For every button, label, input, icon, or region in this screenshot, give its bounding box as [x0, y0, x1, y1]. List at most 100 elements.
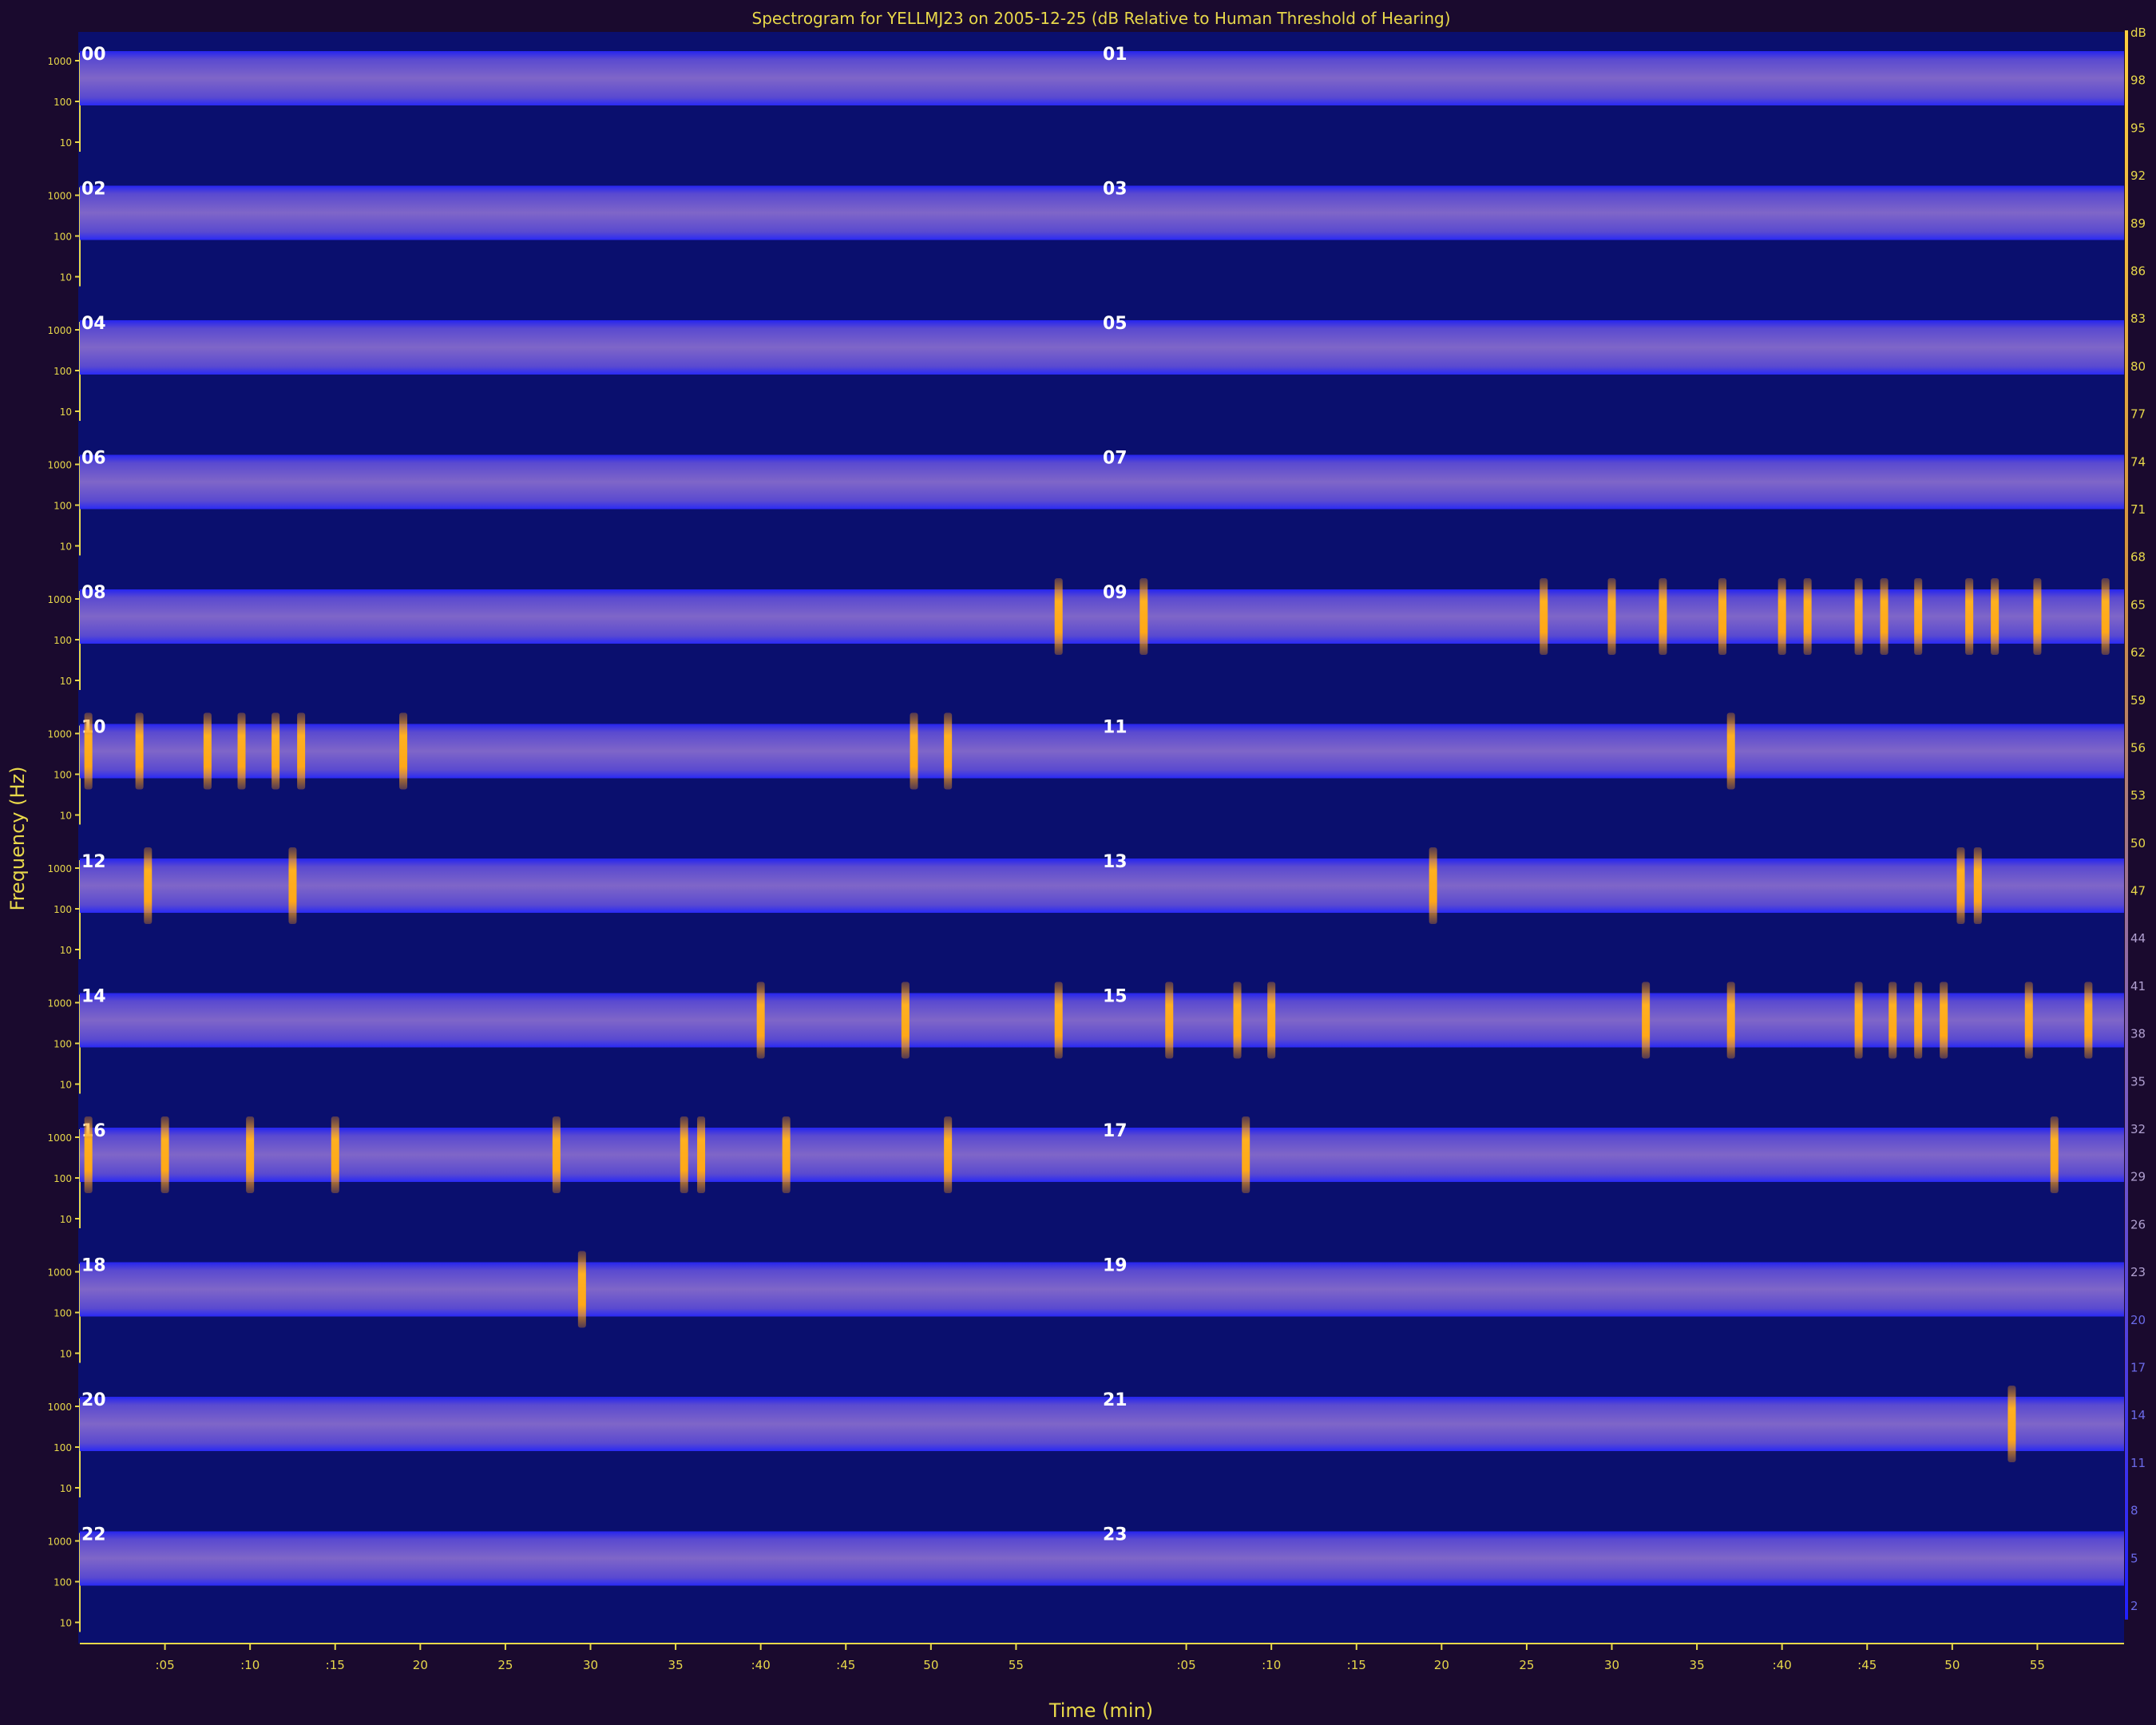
- sound-event-mark: [246, 1116, 255, 1193]
- time-tick-label: :10: [1262, 1658, 1281, 1672]
- freq-tick-label: 100: [54, 1442, 72, 1453]
- time-tick-label: 55: [1009, 1658, 1024, 1672]
- colorbar-tick-label: 62: [2130, 645, 2146, 660]
- colorbar-tick-label: 74: [2130, 454, 2146, 469]
- sound-event-mark: [680, 1116, 688, 1193]
- sound-event-mark: [1854, 981, 1863, 1059]
- time-tick-label: 20: [413, 1658, 428, 1672]
- sound-event-mark: [697, 1116, 706, 1193]
- colorbar-tick-label: 2: [2130, 1599, 2138, 1613]
- sound-event-mark: [944, 712, 953, 790]
- freq-tick-label: 100: [54, 1039, 72, 1050]
- sound-event-mark: [161, 1116, 169, 1193]
- noise-band: [1101, 1262, 2124, 1317]
- hour-label: 15: [1103, 987, 1128, 1007]
- hour-label: 13: [1103, 852, 1128, 872]
- freq-tick-label: 10: [60, 541, 72, 553]
- freq-tick-label: 1000: [47, 1537, 72, 1548]
- noise-band: [80, 1262, 1101, 1317]
- noise-band: [80, 1531, 1101, 1586]
- freq-tick-label: 100: [54, 366, 72, 377]
- sound-event-mark: [1726, 981, 1735, 1059]
- sound-event-mark: [1914, 578, 1923, 655]
- sound-event-mark: [84, 712, 93, 790]
- hour-label: 06: [81, 449, 106, 469]
- sound-event-mark: [782, 1116, 791, 1193]
- colorbar-tick-label: 41: [2130, 979, 2146, 993]
- freq-tick-label: 10: [60, 1618, 72, 1629]
- hour-label: 22: [81, 1525, 106, 1545]
- hour-label: 00: [81, 45, 106, 65]
- noise-band: [1101, 1128, 2124, 1182]
- time-tick-label: 35: [1690, 1658, 1705, 1672]
- hour-label: 20: [81, 1390, 106, 1410]
- freq-tick-label: 10: [60, 272, 72, 284]
- freq-tick-label: 1000: [47, 594, 72, 605]
- colorbar-tick-label: 23: [2130, 1265, 2146, 1279]
- freq-tick-label: 1000: [47, 998, 72, 1009]
- colorbar-tick-label: 53: [2130, 788, 2146, 803]
- sound-event-mark: [1659, 578, 1667, 655]
- sound-event-mark: [2084, 981, 2093, 1059]
- freq-tick-label: 10: [60, 137, 72, 149]
- sound-event-mark: [2101, 578, 2110, 655]
- freq-tick-label: 10: [60, 1349, 72, 1360]
- freq-tick-label: 1000: [47, 1267, 72, 1279]
- sound-event-mark: [331, 1116, 339, 1193]
- noise-band: [1101, 185, 2124, 240]
- freq-tick-label: 1000: [47, 1132, 72, 1144]
- freq-tick-label: 10: [60, 1483, 72, 1494]
- colorbar-tick-label: 44: [2130, 931, 2146, 946]
- colorbar-tick-label: 68: [2130, 550, 2146, 565]
- freq-tick-label: 1000: [47, 56, 72, 67]
- time-tick-label: :15: [1347, 1658, 1366, 1672]
- sound-event-mark: [135, 712, 144, 790]
- sound-event-mark: [1914, 981, 1923, 1059]
- sound-event-mark: [288, 847, 297, 924]
- hour-label: 18: [81, 1256, 106, 1276]
- colorbar-tick-label: 77: [2130, 407, 2146, 422]
- sound-event-mark: [84, 1116, 93, 1193]
- sound-event-mark: [1778, 578, 1786, 655]
- sound-event-mark: [552, 1116, 561, 1193]
- noise-band: [1101, 1531, 2124, 1586]
- noise-band: [80, 51, 1101, 105]
- sound-event-mark: [1054, 981, 1063, 1059]
- sound-event-mark: [399, 712, 408, 790]
- sound-event-mark: [1054, 578, 1063, 655]
- freq-tick-label: 10: [60, 945, 72, 956]
- hour-label: 02: [81, 180, 106, 200]
- freq-tick-label: 100: [54, 1308, 72, 1319]
- noise-band: [80, 993, 1101, 1048]
- colorbar-tick-label: 65: [2130, 597, 2146, 612]
- hour-label: 12: [81, 852, 106, 872]
- colorbar-tick-label: 95: [2130, 121, 2146, 135]
- colorbar-tick-label: 26: [2130, 1217, 2146, 1231]
- hour-label: 05: [1103, 314, 1128, 334]
- sound-event-mark: [2033, 578, 2042, 655]
- hour-label: 21: [1103, 1390, 1128, 1410]
- sound-event-mark: [1803, 578, 1812, 655]
- colorbar-tick-label: 56: [2130, 740, 2146, 755]
- noise-band: [80, 320, 1101, 375]
- noise-band: [1101, 454, 2124, 510]
- hour-label: 14: [81, 987, 106, 1007]
- noise-band: [1101, 859, 2124, 913]
- time-tick-label: 50: [923, 1658, 938, 1672]
- freq-tick-label: 100: [54, 635, 72, 646]
- freq-tick-label: 100: [54, 904, 72, 915]
- colorbar-tick-label: 35: [2130, 1074, 2146, 1089]
- sound-event-mark: [756, 981, 765, 1059]
- hour-label: 17: [1103, 1121, 1128, 1141]
- sound-event-mark: [144, 847, 153, 924]
- sound-event-mark: [944, 1116, 953, 1193]
- noise-band: [80, 454, 1101, 510]
- sound-event-mark: [1642, 981, 1651, 1059]
- noise-band: [1101, 993, 2124, 1048]
- freq-tick-label: 100: [54, 1173, 72, 1184]
- time-tick-label: 35: [668, 1658, 684, 1672]
- colorbar-tick-label: 8: [2130, 1504, 2138, 1518]
- colorbar-tick-label: 83: [2130, 311, 2146, 326]
- sound-event-mark: [1607, 578, 1616, 655]
- sound-event-mark: [1267, 981, 1276, 1059]
